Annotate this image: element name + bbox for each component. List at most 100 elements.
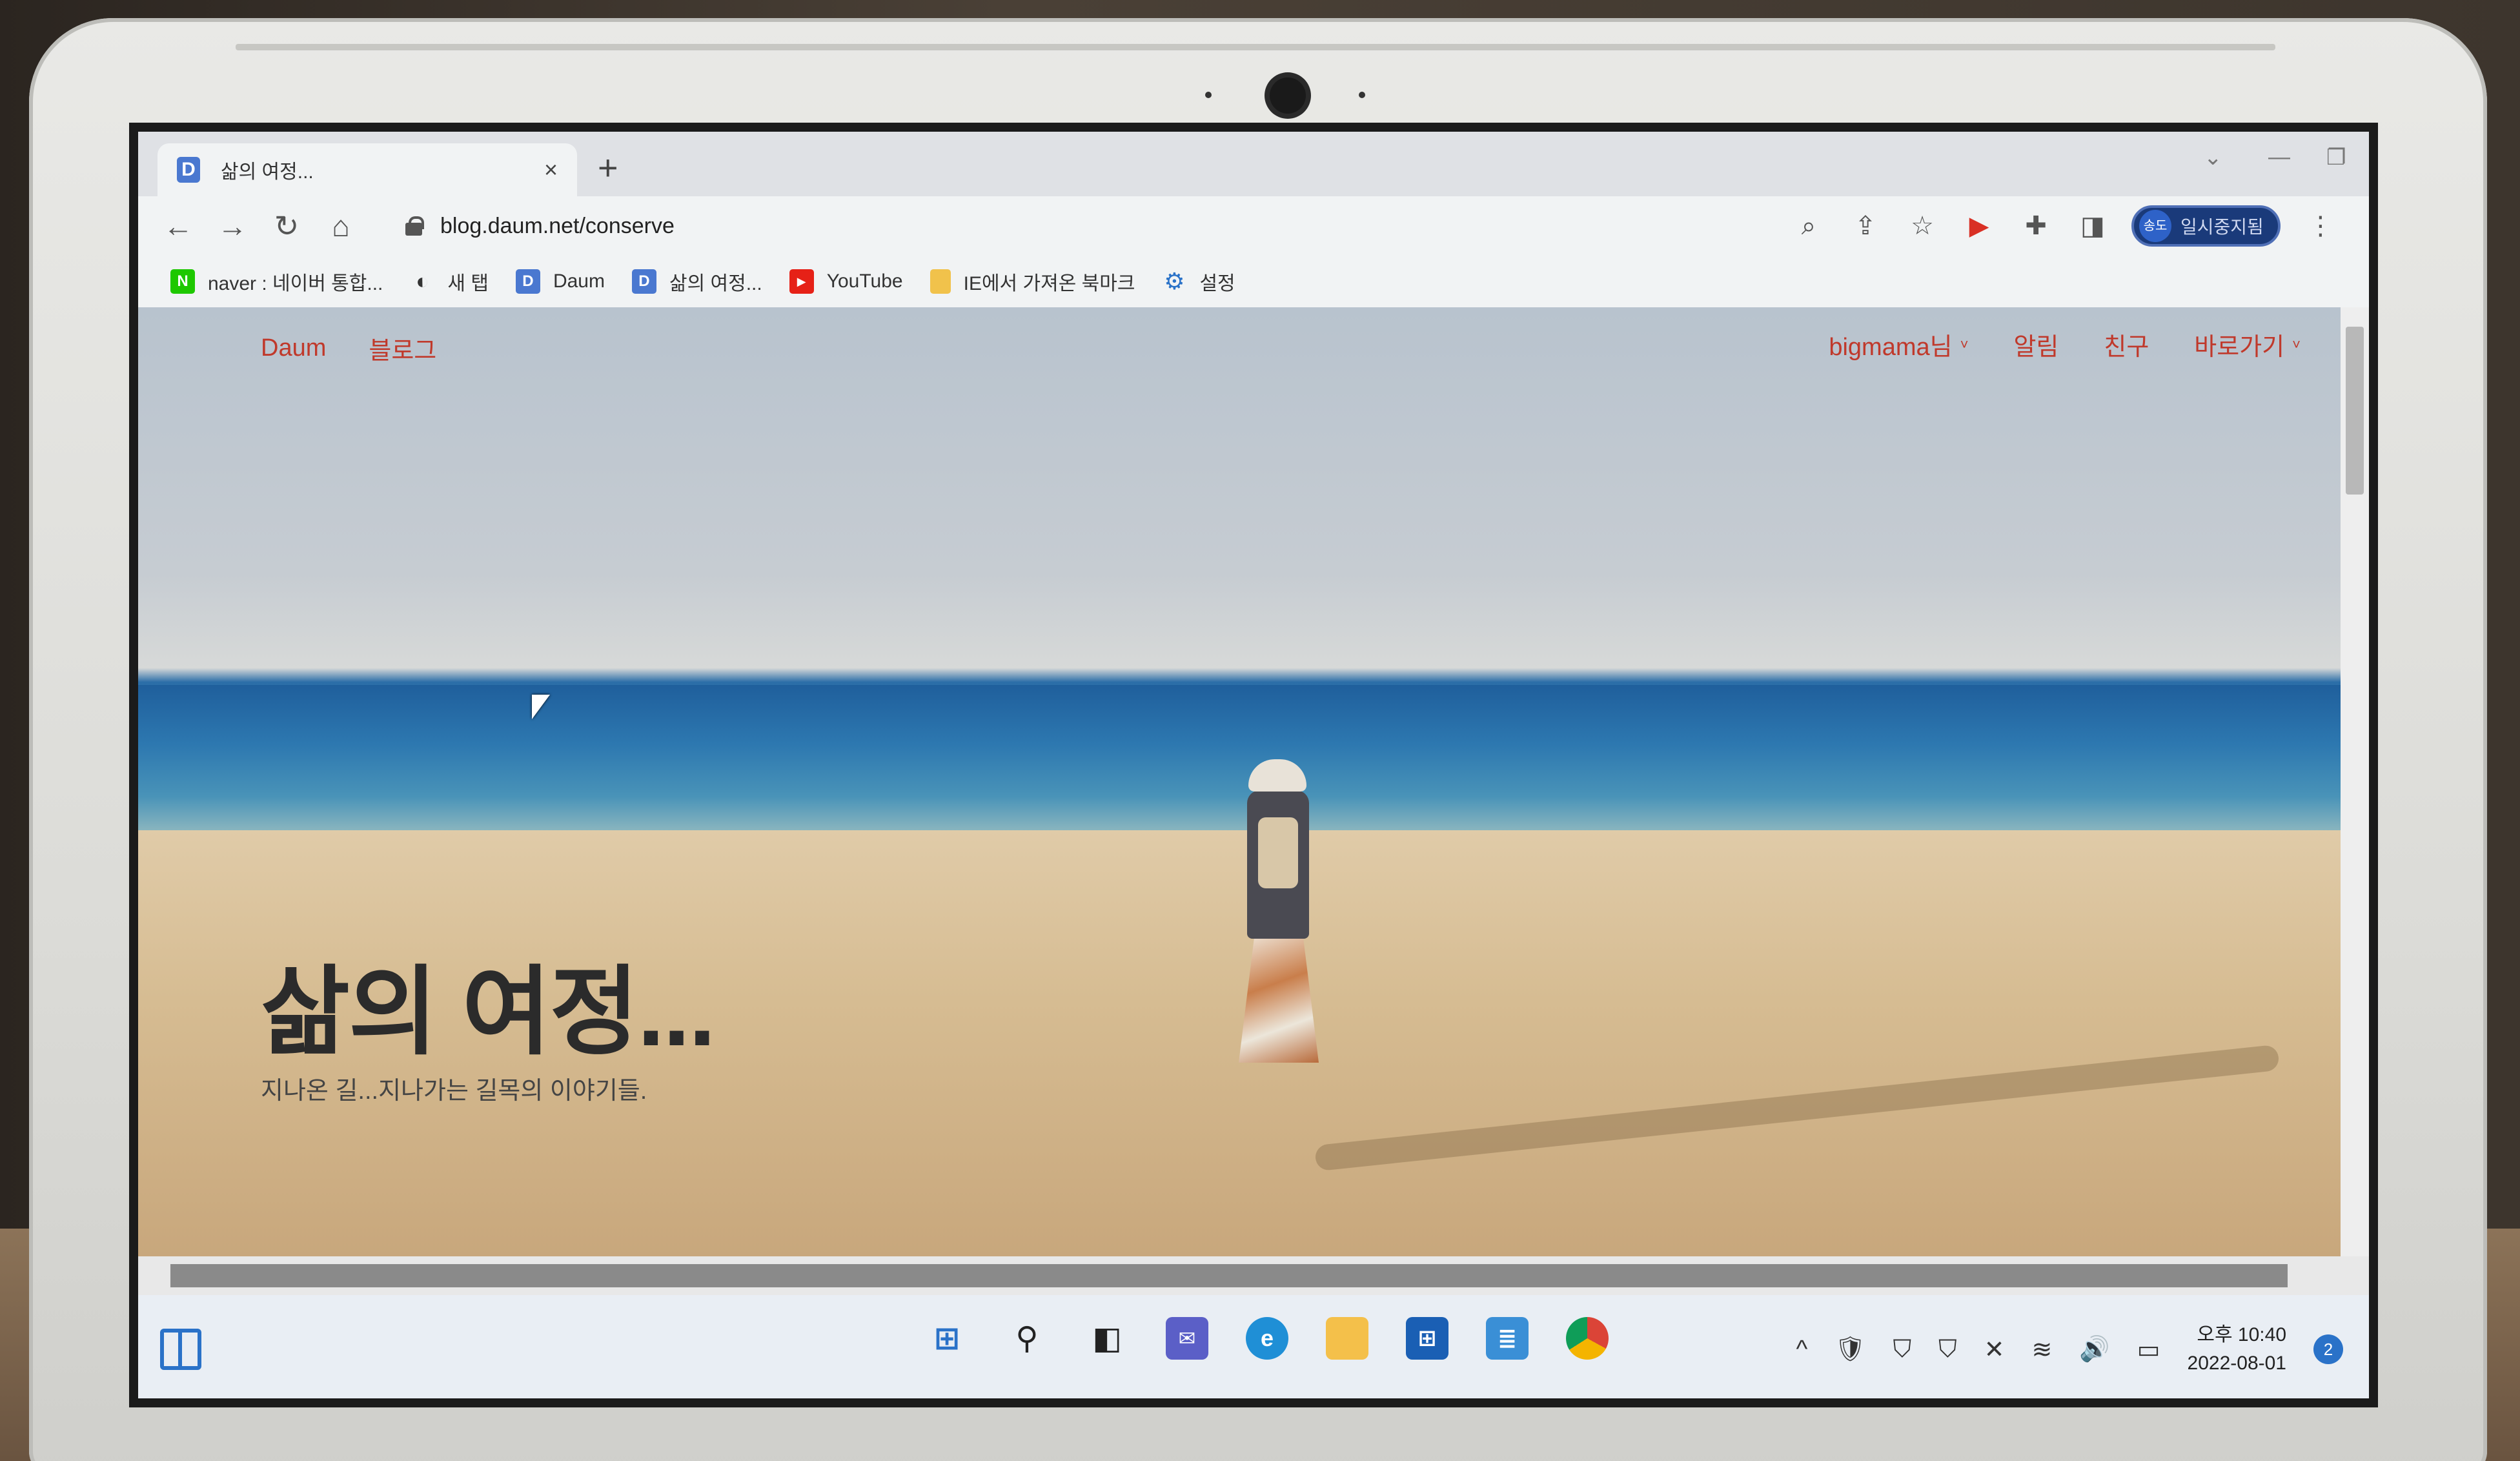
mouse-cursor-icon bbox=[532, 695, 550, 719]
blog-nav-right: bigmama님 ˅ 알림 친구 바로가기 ˅ bbox=[1829, 327, 2301, 362]
wifi-icon[interactable]: ≋ bbox=[2031, 1335, 2052, 1364]
bookmark-new-tab[interactable]: ◐ 새 탭 bbox=[410, 267, 489, 296]
extension-red-icon[interactable]: ▶ bbox=[1961, 211, 1997, 241]
bookmark-folder-ie[interactable]: IE에서 가져온 북마크 bbox=[930, 267, 1135, 296]
nav-blog-link[interactable]: 블로그 bbox=[369, 331, 436, 366]
file-explorer-icon[interactable] bbox=[1326, 1317, 1368, 1360]
nav-notifications-link[interactable]: 알림 bbox=[2013, 327, 2058, 362]
bookmark-daum[interactable]: D Daum bbox=[515, 269, 605, 294]
horizontal-scroll-thumb[interactable] bbox=[170, 1264, 2288, 1287]
shield-icon[interactable]: 🛡 bbox=[1834, 1335, 1865, 1364]
battery-icon[interactable]: ▭ bbox=[2137, 1335, 2160, 1364]
store-icon[interactable]: ⊞ bbox=[1406, 1317, 1448, 1360]
tab-title: 삶의 여정... bbox=[221, 161, 314, 183]
browser-toolbar: ← → ↻ ⌂ blog.daum.net/conserve ⌕ ⇪ ☆ ▶ ✚… bbox=[138, 196, 2369, 256]
tab-blog[interactable]: D 삶의 여정... × bbox=[158, 143, 577, 196]
daum-favicon-icon: D bbox=[177, 157, 200, 183]
bookmark-settings[interactable]: ⚙ 설정 bbox=[1162, 267, 1235, 296]
close-icon[interactable]: × bbox=[544, 156, 558, 183]
youtube-icon: ▶ bbox=[789, 269, 814, 294]
url-text[interactable]: blog.daum.net/conserve bbox=[440, 214, 675, 239]
nav-shortcuts-menu[interactable]: 바로가기 ˅ bbox=[2194, 327, 2301, 362]
blog-title[interactable]: 삶의 여정... bbox=[261, 934, 716, 1074]
search-icon[interactable]: ⚲ bbox=[1006, 1317, 1048, 1360]
bookmark-naver[interactable]: N naver : 네이버 통합... bbox=[170, 267, 383, 296]
bookmark-label: 새 탭 bbox=[447, 273, 489, 294]
forward-button[interactable]: → bbox=[205, 209, 259, 243]
bookmark-star-icon[interactable]: ☆ bbox=[1904, 211, 1940, 241]
minimize-button[interactable]: — bbox=[2268, 145, 2290, 170]
home-button[interactable]: ⌂ bbox=[314, 209, 368, 243]
taskbar-apps: ⊞ ⚲ ◧ ✉ e ⊞ ≣ bbox=[926, 1317, 1609, 1360]
vertical-scroll-thumb[interactable] bbox=[2346, 327, 2364, 495]
restore-button[interactable]: ❐ bbox=[2326, 145, 2346, 170]
share-icon[interactable]: ⇪ bbox=[1847, 211, 1884, 241]
tab-search-icon[interactable]: ⌄ bbox=[2204, 145, 2222, 170]
system-tray: ^ 🛡 ⛉ ⛉ ✕ ≋ 🔊 ▭ 오후 10:40 2022-08-01 2 bbox=[1796, 1321, 2343, 1378]
avatar: 송도 bbox=[2139, 210, 2171, 242]
globe-icon: ◐ bbox=[416, 269, 429, 294]
bookmark-label: 삶의 여정... bbox=[669, 273, 762, 294]
new-tab-button[interactable]: + bbox=[598, 148, 618, 187]
clock[interactable]: 오후 10:40 2022-08-01 bbox=[2188, 1321, 2286, 1378]
bookmark-label: naver : 네이버 통합... bbox=[208, 273, 383, 294]
clock-date: 2022-08-01 bbox=[2187, 1353, 2286, 1374]
security-icon[interactable]: ⛉ bbox=[1893, 1336, 1912, 1364]
side-panel-icon[interactable]: ◨ bbox=[2075, 211, 2111, 241]
blog-nav-left: Daum 블로그 bbox=[261, 331, 436, 366]
sensor-dot bbox=[1359, 92, 1365, 98]
toolbar-actions: ⌕ ⇪ ☆ ▶ ✚ ◨ 송도 일시중지됨 ⋮ bbox=[1791, 205, 2333, 247]
nav-daum-link[interactable]: Daum bbox=[261, 331, 326, 366]
zoom-icon[interactable]: ⌕ bbox=[1791, 212, 1827, 241]
bookmarks-bar: N naver : 네이버 통합... ◐ 새 탭 D Daum D 삶의 여정… bbox=[138, 256, 2369, 307]
nav-shortcuts-label: 바로가기 bbox=[2194, 334, 2285, 361]
speaker-icon[interactable]: 🔊 bbox=[2079, 1335, 2109, 1364]
edge-icon[interactable]: e bbox=[1246, 1317, 1288, 1360]
task-view-icon[interactable]: ◧ bbox=[1086, 1317, 1128, 1360]
chat-icon[interactable]: ✉ bbox=[1166, 1317, 1208, 1360]
laptop-screen: D 삶의 여정... × + ⌄ — ❐ ← → ↻ ⌂ blog.daum.n… bbox=[129, 123, 2378, 1407]
lock-icon[interactable] bbox=[405, 216, 424, 236]
back-button[interactable]: ← bbox=[151, 209, 205, 243]
gear-icon: ⚙ bbox=[1164, 268, 1185, 294]
bookmark-youtube[interactable]: ▶ YouTube bbox=[789, 269, 903, 294]
naver-icon: N bbox=[170, 269, 195, 294]
profile-button[interactable]: 송도 일시중지됨 bbox=[2131, 205, 2281, 247]
windows-taskbar: ⊞ ⚲ ◧ ✉ e ⊞ ≣ ^ 🛡 ⛉ ⛉ ✕ ≋ 🔊 ▭ 오후 10:40 2… bbox=[138, 1295, 2369, 1398]
vertical-scrollbar[interactable] bbox=[2341, 307, 2369, 1263]
chevron-up-icon[interactable]: ^ bbox=[1796, 1336, 1807, 1364]
windows-start-icon[interactable]: ⊞ bbox=[926, 1317, 968, 1360]
nav-user-menu[interactable]: bigmama님 ˅ bbox=[1829, 327, 1968, 362]
cover-person-figure bbox=[1223, 759, 1332, 1076]
notification-badge[interactable]: 2 bbox=[2313, 1334, 2343, 1364]
notepad-icon[interactable]: ≣ bbox=[1486, 1317, 1529, 1360]
daum-icon: D bbox=[515, 269, 540, 294]
figure-skirt bbox=[1239, 934, 1319, 1063]
bookmark-label: YouTube bbox=[826, 271, 903, 292]
bezel-edge bbox=[236, 44, 2275, 50]
chrome-icon[interactable] bbox=[1566, 1317, 1609, 1360]
bookmark-label: Daum bbox=[553, 271, 605, 292]
daum-icon: D bbox=[631, 269, 656, 294]
folder-icon bbox=[930, 269, 951, 294]
security-icon[interactable]: ⛉ bbox=[1938, 1336, 1957, 1364]
puzzle-icon[interactable]: ✚ bbox=[2018, 211, 2054, 241]
bookmark-label: IE에서 가져온 북마크 bbox=[963, 273, 1135, 294]
tab-strip: D 삶의 여정... × + ⌄ — ❐ bbox=[138, 132, 2369, 196]
menu-kebab-icon[interactable]: ⋮ bbox=[2308, 211, 2333, 241]
figure-hat bbox=[1248, 759, 1306, 792]
bookmark-blog[interactable]: D 삶의 여정... bbox=[631, 267, 762, 296]
reload-button[interactable]: ↻ bbox=[259, 209, 314, 243]
chevron-down-icon: ˅ bbox=[1960, 336, 1969, 352]
webcam bbox=[1270, 77, 1306, 114]
nav-friends-link[interactable]: 친구 bbox=[2104, 327, 2149, 362]
chevron-down-icon: ˅ bbox=[2292, 336, 2301, 352]
sensor-dot bbox=[1205, 92, 1212, 98]
address-bar[interactable]: blog.daum.net/conserve bbox=[390, 203, 1913, 249]
widgets-icon[interactable] bbox=[160, 1329, 201, 1370]
app-x-icon[interactable]: ✕ bbox=[1984, 1335, 2005, 1364]
horizontal-scrollbar[interactable] bbox=[138, 1256, 2369, 1295]
blog-subtitle: 지나온 길...지나가는 길목의 이야기들. bbox=[261, 1078, 647, 1105]
clock-time: 오후 10:40 bbox=[2197, 1324, 2286, 1345]
nav-user-label: bigmama님 bbox=[1829, 334, 1953, 361]
